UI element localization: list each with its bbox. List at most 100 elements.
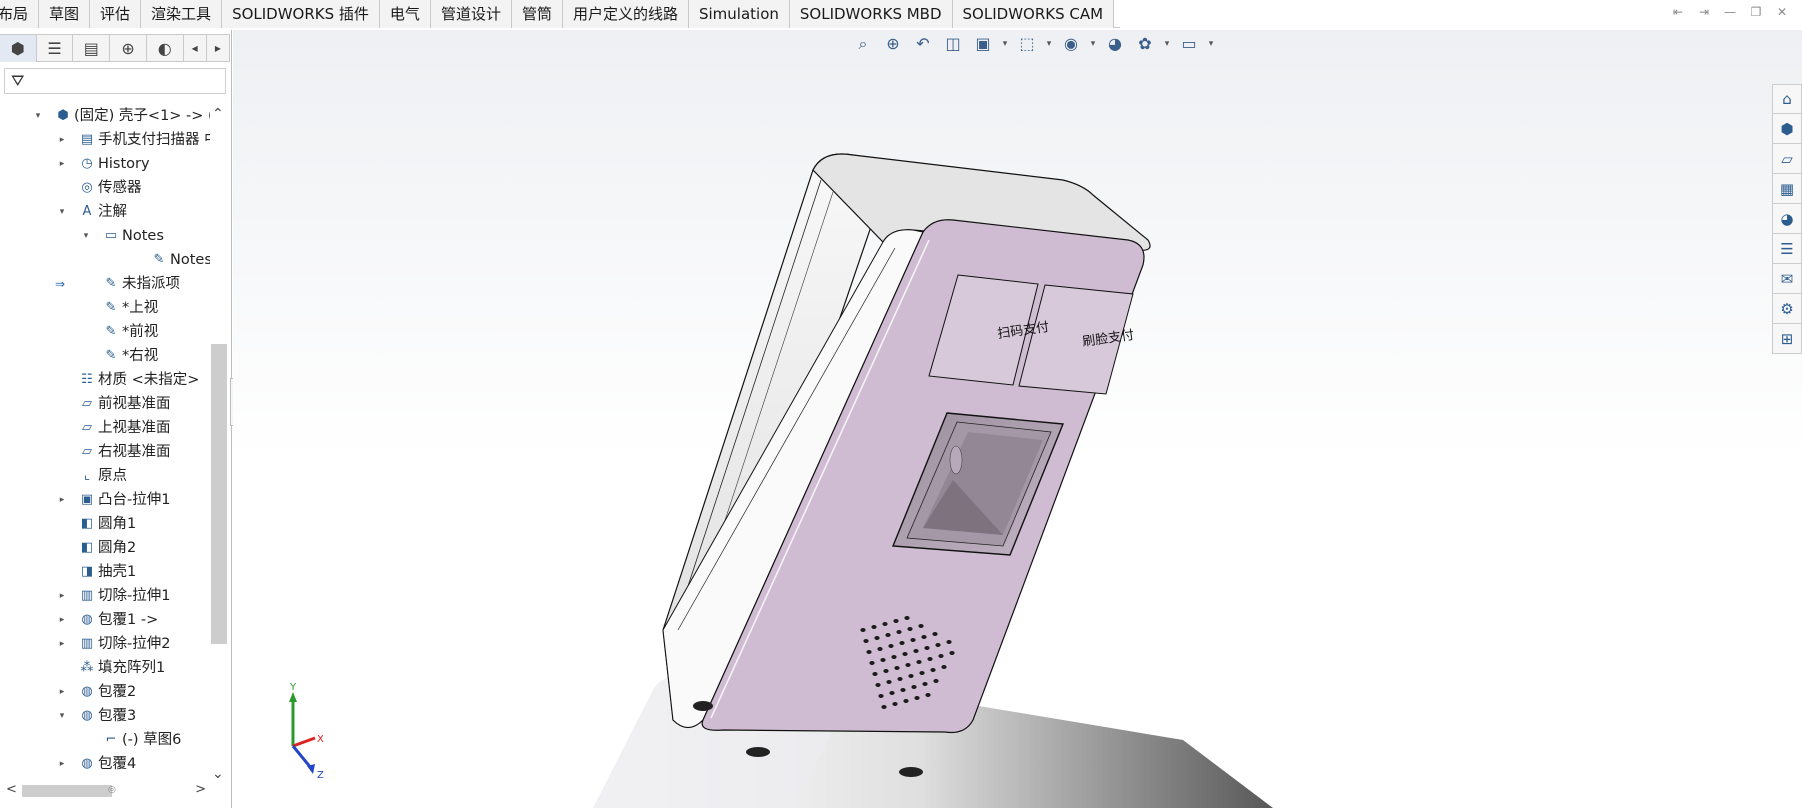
feature-manager-tab-icon[interactable]: ⬢ [0, 34, 37, 62]
maximize-icon[interactable]: ❐ [1748, 5, 1764, 19]
zoom-to-fit-icon[interactable]: ⌕ [851, 34, 875, 54]
tab-8[interactable]: 用户定义的线路 [562, 0, 689, 28]
tab-4[interactable]: SOLIDWORKS 插件 [222, 0, 380, 28]
tree-row[interactable]: ▸ ◍ 包覆4 [0, 752, 210, 776]
close-icon[interactable]: ✕ [1774, 5, 1790, 19]
scroll-left-icon[interactable]: < [6, 782, 17, 797]
tree-row[interactable]: ◎ 传感器 [0, 176, 210, 200]
tree-row[interactable]: ✎ *右视 [0, 344, 210, 368]
chevron-right-icon[interactable]: ▸ [56, 152, 68, 176]
tree-row[interactable]: ▾ ◍ 包覆3 [0, 704, 210, 728]
tree-row[interactable]: ▱ 上视基准面 [0, 416, 210, 440]
chevron-down-icon[interactable]: ▾ [1207, 34, 1215, 54]
tree-row[interactable]: ▸ ▣ 凸台-拉伸1 [0, 488, 210, 512]
chevron-down-icon[interactable]: ▾ [80, 224, 92, 248]
tab-0[interactable]: 布局 [0, 0, 40, 28]
hide-show-items-icon[interactable]: ◕ [1103, 34, 1127, 54]
model-canvas[interactable]: 扫码支付 刷脸支付 Y X Z [233, 30, 1802, 808]
tree-row[interactable]: ▸ ◍ 包覆2 [0, 680, 210, 704]
chevron-down-icon[interactable]: ▾ [1001, 34, 1009, 54]
property-manager-tab-icon[interactable]: ☰ [36, 34, 74, 62]
appearance-tab-icon[interactable]: ◐ [146, 34, 184, 62]
design-library-icon[interactable]: ⬢ [1772, 114, 1802, 144]
tree-filter[interactable]: ⛛ [4, 68, 226, 94]
graphics-viewport[interactable]: 扫码支付 刷脸支付 Y X Z ⌕ ⊕ ↶ ◫ ▣ ▾ ⬚ ▾ ◉ ▾ ◕ ✿ … [233, 30, 1802, 808]
view-settings-icon[interactable]: ▭ [1177, 34, 1201, 54]
tree-row[interactable]: ☷ 材质 <未指定> [0, 368, 210, 392]
hscroll-thumb[interactable] [22, 785, 112, 797]
chevron-right-icon[interactable]: ▸ [56, 680, 68, 704]
home-icon[interactable]: ⌂ [1772, 84, 1802, 114]
tree-row[interactable]: ◧ 圆角2 [0, 536, 210, 560]
tree-row[interactable]: ▸ ▥ 切除-拉伸1 [0, 584, 210, 608]
tree-row[interactable]: ◧ 圆角1 [0, 512, 210, 536]
tab-6[interactable]: 管道设计 [430, 0, 512, 28]
scroll-down-icon[interactable]: ⌄ [212, 766, 224, 782]
tree-row[interactable]: ▾ ⬢ (固定) 壳子<1> -> (默认 [0, 104, 210, 128]
tab-scroll-right-icon[interactable]: ▸ [206, 34, 230, 62]
chevron-down-icon[interactable]: ▾ [1089, 34, 1097, 54]
tree-row[interactable]: ▾ A 注解 [0, 200, 210, 224]
tree-row[interactable]: ▸ ◷ History [0, 152, 210, 176]
tab-scroll-left-icon[interactable]: ◂ [183, 34, 207, 62]
chevron-down-icon[interactable]: ▾ [32, 104, 44, 128]
plastics-icon[interactable]: ⊞ [1772, 324, 1802, 354]
tab-7[interactable]: 管筒 [511, 0, 563, 28]
tree-row[interactable]: ✎ 未指派项 ⇒ [0, 272, 210, 296]
tree-row[interactable]: ✎ *上视 [0, 296, 210, 320]
chevron-right-icon[interactable]: ▸ [56, 608, 68, 632]
restore-right-icon[interactable]: ⇥ [1696, 5, 1712, 19]
panel-grip-icon[interactable]: ◎ [108, 785, 116, 795]
chevron-right-icon[interactable]: ▸ [56, 632, 68, 656]
chevron-down-icon[interactable]: ▾ [1045, 34, 1053, 54]
zoom-to-area-icon[interactable]: ⊕ [881, 34, 905, 54]
forum-icon[interactable]: ✉ [1772, 264, 1802, 294]
chevron-right-icon[interactable]: ▸ [56, 488, 68, 512]
section-view-icon[interactable]: ◫ [941, 34, 965, 54]
tree-row[interactable]: ▱ 右视基准面 [0, 440, 210, 464]
minimize-icon[interactable]: — [1722, 5, 1738, 19]
tree-row[interactable]: ▸ ▥ 切除-拉伸2 [0, 632, 210, 656]
chevron-down-icon[interactable]: ▾ [1163, 34, 1171, 54]
tab-5[interactable]: 电气 [379, 0, 431, 28]
chevron-down-icon[interactable]: ▾ [56, 704, 68, 728]
tab-3[interactable]: 渲染工具 [141, 0, 223, 28]
view-orientation-icon[interactable]: ⬚ [1015, 34, 1039, 54]
previous-view-icon[interactable]: ↶ [911, 34, 935, 54]
tree-row[interactable]: ▾ ▭ Notes [0, 224, 210, 248]
tree-row[interactable]: ⌐ (-) 草图6 [0, 728, 210, 752]
tree-row[interactable]: ◨ 抽壳1 [0, 560, 210, 584]
dynamic-annotation-icon[interactable]: ▣ [971, 34, 995, 54]
chevron-right-icon[interactable]: ▸ [56, 128, 68, 152]
toolbox-icon[interactable]: ⚙ [1772, 294, 1802, 324]
tab-1[interactable]: 草图 [39, 0, 91, 28]
tree-horizontal-scrollbar[interactable]: < > [0, 782, 210, 800]
tree-row[interactable]: ▱ 前视基准面 [0, 392, 210, 416]
file-explorer-icon[interactable]: ▱ [1772, 144, 1802, 174]
appearances-icon[interactable]: ◕ [1772, 204, 1802, 234]
filter-icon[interactable]: ⛛ [11, 71, 24, 91]
restore-left-icon[interactable]: ⇤ [1670, 5, 1686, 19]
tab-11[interactable]: SOLIDWORKS CAM [952, 0, 1115, 28]
tree-row[interactable]: ⌞ 原点 [0, 464, 210, 488]
view-palette-icon[interactable]: ▦ [1772, 174, 1802, 204]
scroll-thumb[interactable] [211, 344, 227, 644]
chevron-down-icon[interactable]: ▾ [56, 200, 68, 224]
tab-2[interactable]: 评估 [90, 0, 142, 28]
tree-row[interactable]: ⁂ 填充阵列1 [0, 656, 210, 680]
tree-row[interactable]: ▸ ▤ 手机支付扫描器 中的 [0, 128, 210, 152]
tree-row[interactable]: ▸ ◍ 包覆1 -> [0, 608, 210, 632]
tab-9[interactable]: Simulation [688, 0, 790, 28]
custom-properties-icon[interactable]: ☰ [1772, 234, 1802, 264]
display-style-icon[interactable]: ◉ [1059, 34, 1083, 54]
tree-vertical-scrollbar[interactable]: ⌃ ⌄ [210, 104, 228, 784]
scroll-up-icon[interactable]: ⌃ [212, 106, 224, 122]
edit-appearance-icon[interactable]: ✿ [1133, 34, 1157, 54]
tree-row[interactable]: ✎ Notes Are [0, 248, 210, 272]
chevron-right-icon[interactable]: ▸ [56, 584, 68, 608]
configuration-manager-tab-icon[interactable]: ▤ [73, 34, 111, 62]
chevron-right-icon[interactable]: ▸ [56, 752, 68, 776]
dimxpert-tab-icon[interactable]: ⊕ [110, 34, 147, 62]
tree-row[interactable]: ✎ *前视 [0, 320, 210, 344]
scroll-right-icon[interactable]: > [195, 782, 206, 797]
